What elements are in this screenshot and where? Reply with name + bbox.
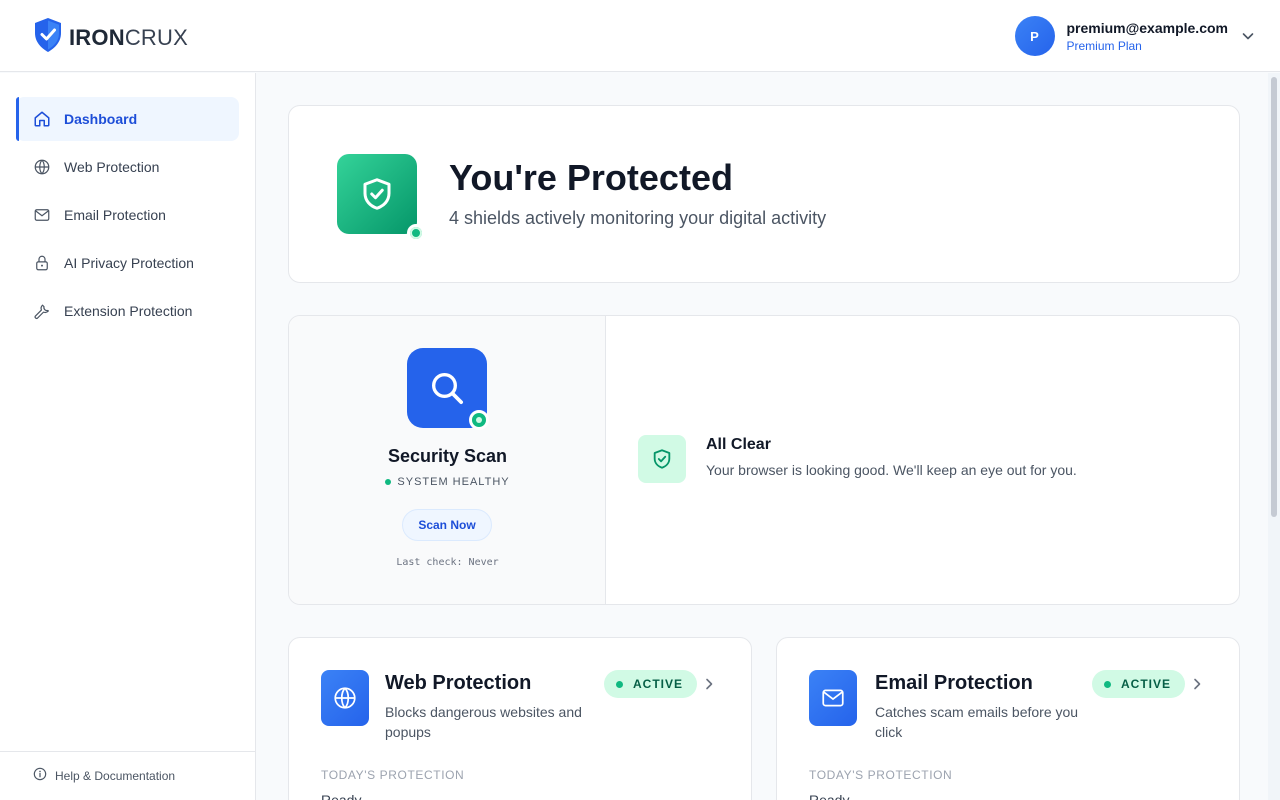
status-badge-label: ACTIVE: [1121, 677, 1172, 691]
help-link[interactable]: Help & Documentation: [0, 751, 255, 800]
mail-icon: [809, 670, 857, 726]
account-plan: Premium Plan: [1066, 39, 1142, 53]
brand-name: IRONCRUX: [69, 20, 188, 56]
chevron-down-icon[interactable]: [1240, 28, 1256, 44]
sidebar-item-label: Web Protection: [64, 159, 160, 175]
card-description: Blocks dangerous websites and popups: [385, 704, 582, 740]
scan-title: Security Scan: [387, 446, 508, 466]
shield-check-icon: [638, 435, 686, 483]
status-badge: ACTIVE: [604, 670, 698, 698]
status-indicator: [469, 410, 489, 430]
main-content: You're Protected 4 shields actively moni…: [256, 73, 1268, 800]
account-menu[interactable]: P premium@example.com Premium Plan: [1014, 16, 1257, 56]
brand-name-bold: IRON: [69, 24, 125, 50]
section-label: TODAY'S PROTECTION: [809, 768, 953, 782]
shield-logo-icon: [33, 17, 63, 58]
scan-now-button[interactable]: Scan Now: [402, 509, 492, 541]
scan-result-title: All Clear: [706, 436, 771, 453]
avatar[interactable]: P: [1014, 16, 1055, 56]
scrollbar-thumb[interactable]: [1271, 77, 1277, 517]
card-title: Email Protection: [875, 672, 1033, 694]
mail-icon: [32, 205, 52, 225]
sidebar-item-email-protection[interactable]: Email Protection: [16, 193, 239, 237]
sidebar-nav: Dashboard Web Protection Email Protectio…: [16, 97, 239, 337]
shield-check-icon: [337, 154, 425, 242]
scan-status-text: SYSTEM HEALTHY: [397, 476, 510, 488]
security-scan-card: Security Scan SYSTEM HEALTHY Scan Now La…: [288, 315, 1240, 605]
main-scrollbar[interactable]: [1268, 73, 1280, 800]
sidebar-item-label: Email Protection: [64, 207, 166, 223]
protection-status-card: You're Protected 4 shields actively moni…: [288, 105, 1240, 283]
sidebar-item-label: AI Privacy Protection: [64, 255, 194, 271]
email-protection-card[interactable]: Email Protection Catches scam emails bef…: [776, 637, 1240, 800]
chevron-right-icon[interactable]: [701, 676, 717, 692]
status-badge: ACTIVE: [1092, 670, 1186, 698]
page-subtitle: 4 shields actively monitoring your digit…: [449, 208, 827, 228]
lock-icon: [32, 253, 52, 273]
account-info: premium@example.com Premium Plan: [1067, 18, 1229, 54]
logo[interactable]: IRONCRUX: [33, 17, 188, 58]
card-description: Catches scam emails before you click: [875, 704, 1079, 740]
sidebar-item-label: Dashboard: [64, 111, 138, 127]
wrench-icon: [32, 301, 52, 321]
search-icon: [407, 348, 489, 430]
brand-name-light: CRUX: [124, 24, 188, 50]
scan-panel: Security Scan SYSTEM HEALTHY Scan Now La…: [289, 316, 606, 604]
web-protection-card[interactable]: Web Protection Blocks dangerous websites…: [288, 637, 752, 800]
info-icon: [33, 767, 47, 786]
sidebar-item-dashboard[interactable]: Dashboard: [16, 97, 239, 141]
status-badge-label: ACTIVE: [633, 677, 684, 691]
sidebar-item-web-protection[interactable]: Web Protection: [16, 145, 239, 189]
card-title: Web Protection: [385, 672, 532, 694]
help-label: Help & Documentation: [55, 769, 176, 783]
last-check-text: Last check: Never: [396, 557, 499, 568]
account-email: premium@example.com: [1066, 20, 1229, 36]
globe-icon: [321, 670, 369, 726]
chevron-right-icon[interactable]: [1189, 676, 1205, 692]
scan-result-text: Your browser is looking good. We'll keep…: [706, 462, 1077, 478]
status-badge: SYSTEM HEALTHY: [289, 476, 606, 488]
globe-icon: [32, 157, 52, 177]
sidebar-item-ai-privacy-protection[interactable]: AI Privacy Protection: [16, 241, 239, 285]
app-header: IRONCRUX P premium@example.com Premium P…: [0, 0, 1280, 72]
sidebar: Dashboard Web Protection Email Protectio…: [0, 73, 256, 800]
protection-value: Ready: [809, 792, 850, 800]
sidebar-item-extension-protection[interactable]: Extension Protection: [16, 289, 239, 333]
section-label: TODAY'S PROTECTION: [321, 768, 465, 782]
status-dot: [616, 680, 623, 688]
status-dot: [1104, 680, 1111, 688]
sidebar-item-label: Extension Protection: [64, 303, 193, 319]
protection-value: Ready: [321, 792, 362, 800]
status-dot: [385, 479, 392, 485]
status-indicator: [407, 224, 425, 242]
home-icon: [32, 109, 52, 129]
page-title: You're Protected: [449, 157, 733, 198]
